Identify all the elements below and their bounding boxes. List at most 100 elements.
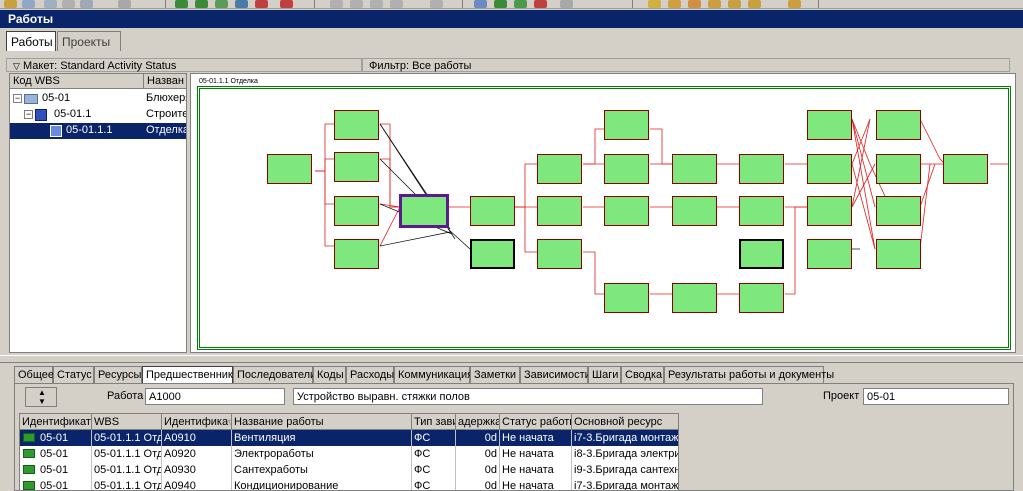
toolbar-icon[interactable]: [370, 0, 383, 8]
toolbar-icon[interactable]: [280, 0, 293, 8]
toolbar-icon[interactable]: [748, 0, 761, 8]
column-header-activity-id[interactable]: Идентифика▽: [162, 414, 232, 430]
tab-projects[interactable]: Проекты: [57, 31, 121, 51]
tab-resources[interactable]: Ресурсы: [94, 366, 142, 383]
activity-node[interactable]: [807, 239, 852, 269]
activity-node[interactable]: [876, 154, 921, 184]
toolbar-icon[interactable]: [118, 0, 131, 8]
toolbar-icon[interactable]: [534, 0, 547, 8]
column-header-wbs[interactable]: WBS: [92, 414, 162, 430]
activity-node[interactable]: [672, 196, 717, 226]
table-row[interactable]: 05-01 05-01.1.1 Отде A0920 Электроработы…: [20, 446, 678, 462]
tab-steps[interactable]: Шаги: [588, 366, 621, 383]
activity-node[interactable]: [604, 154, 649, 184]
table-row-selected[interactable]: 05-01 05-01.1.1 Отде A0910 Вентиляция ФС…: [20, 430, 678, 446]
activity-node[interactable]: [334, 239, 379, 269]
tab-status[interactable]: Статус: [53, 366, 94, 383]
column-header-wbs-code[interactable]: Код WBS: [10, 74, 144, 89]
activity-node[interactable]: [943, 154, 988, 184]
toolbar-icon[interactable]: [255, 0, 268, 8]
toolbar-icon[interactable]: [390, 0, 403, 8]
activity-node[interactable]: [739, 283, 784, 313]
toolbar-icon[interactable]: [22, 0, 35, 8]
toolbar-icon[interactable]: [330, 0, 343, 8]
activity-node[interactable]: [807, 196, 852, 226]
toolbar-icon[interactable]: [560, 0, 573, 8]
toolbar-icon[interactable]: [708, 0, 721, 8]
tab-activities[interactable]: Работы: [6, 31, 56, 51]
tab-successors[interactable]: Последователи: [233, 366, 316, 383]
tab-predecessors[interactable]: Предшественники: [142, 366, 239, 384]
activity-node[interactable]: [807, 154, 852, 184]
activity-node[interactable]: [807, 110, 852, 140]
activity-node[interactable]: [672, 283, 717, 313]
collapse-icon[interactable]: −: [13, 94, 22, 103]
toolbar-icon[interactable]: [474, 0, 487, 8]
toolbar-icon[interactable]: [235, 0, 248, 8]
tab-dependencies[interactable]: Зависимости: [520, 366, 591, 383]
activity-node[interactable]: [672, 154, 717, 184]
toolbar-icon[interactable]: [4, 0, 17, 8]
column-header-wbs-name[interactable]: Назван: [144, 74, 186, 89]
toolbar-icon[interactable]: [80, 0, 93, 8]
up-arrow-icon[interactable]: ▲: [38, 388, 46, 397]
activity-node-critical[interactable]: [739, 239, 784, 269]
tab-work-products[interactable]: Результаты работы и документы: [664, 366, 834, 383]
activity-node[interactable]: [876, 196, 921, 226]
wbs-row[interactable]: − 05-01 Блюхеря: [10, 91, 186, 107]
activity-node[interactable]: [604, 110, 649, 140]
column-header-lag[interactable]: адержка: [456, 414, 500, 430]
activity-id-field[interactable]: A1000: [145, 388, 285, 405]
toolbar-icon[interactable]: [44, 0, 57, 8]
activity-node[interactable]: [267, 154, 312, 184]
table-row[interactable]: 05-01 05-01.1.1 Отде A0930 Сантехработы …: [20, 462, 678, 478]
column-header-primary-resource[interactable]: Основной ресурс: [572, 414, 678, 430]
table-row[interactable]: 05-01 05-01.1.1 Отде A0940 Кондициониров…: [20, 478, 678, 490]
activity-node[interactable]: [470, 196, 515, 226]
activity-node[interactable]: [537, 154, 582, 184]
wbs-row[interactable]: − 05-01.1 Строите: [10, 107, 186, 123]
toolbar-icon[interactable]: [175, 0, 188, 8]
activity-node[interactable]: [604, 196, 649, 226]
column-header-relationship-type[interactable]: Тип зави: [412, 414, 456, 430]
activity-node-critical[interactable]: [470, 239, 515, 269]
activity-node[interactable]: [537, 196, 582, 226]
wbs-row-selected[interactable]: 05-01.1.1 Отделка: [10, 123, 186, 139]
toolbar-icon[interactable]: [430, 0, 443, 8]
toolbar-icon[interactable]: [514, 0, 527, 8]
toolbar-icon[interactable]: [195, 0, 208, 8]
activity-node[interactable]: [334, 152, 379, 182]
activity-node[interactable]: [334, 110, 379, 140]
activity-node[interactable]: [739, 196, 784, 226]
layout-bar[interactable]: ▽ Макет: Standard Activity Status: [6, 58, 362, 72]
toolbar-icon[interactable]: [788, 0, 801, 8]
tab-codes[interactable]: Коды: [313, 366, 346, 383]
activity-node[interactable]: [876, 239, 921, 269]
toolbar-icon[interactable]: [350, 0, 363, 8]
collapse-icon[interactable]: −: [24, 110, 33, 119]
activity-node[interactable]: [604, 283, 649, 313]
toolbar-icon[interactable]: [494, 0, 507, 8]
toolbar-icon[interactable]: [688, 0, 701, 8]
chevron-down-icon[interactable]: ▽: [13, 61, 20, 71]
tab-communication[interactable]: Коммуникация: [394, 366, 473, 383]
toolbar-icon[interactable]: [728, 0, 741, 8]
navigation-stepper[interactable]: ▲ ▼: [25, 387, 57, 407]
toolbar-icon[interactable]: [648, 0, 661, 8]
down-arrow-icon[interactable]: ▼: [38, 397, 46, 406]
project-id-field[interactable]: 05-01: [863, 388, 1009, 405]
tab-expenses[interactable]: Расходы: [346, 366, 394, 383]
activity-node[interactable]: [739, 154, 784, 184]
activity-name-field[interactable]: Устройство выравн. стяжки полов: [293, 388, 763, 405]
activity-node[interactable]: [537, 239, 582, 269]
column-header-activity-status[interactable]: Статус работы: [500, 414, 572, 430]
toolbar-icon[interactable]: [668, 0, 681, 8]
activity-node[interactable]: [876, 110, 921, 140]
tab-summary[interactable]: Сводка: [621, 366, 664, 383]
panel-splitter[interactable]: [0, 355, 1023, 363]
toolbar-icon[interactable]: [62, 0, 75, 8]
tab-notes[interactable]: Заметки: [470, 366, 520, 383]
column-header-activity-name[interactable]: Название работы: [232, 414, 412, 430]
toolbar-icon[interactable]: [215, 0, 228, 8]
activity-node[interactable]: [334, 196, 379, 226]
